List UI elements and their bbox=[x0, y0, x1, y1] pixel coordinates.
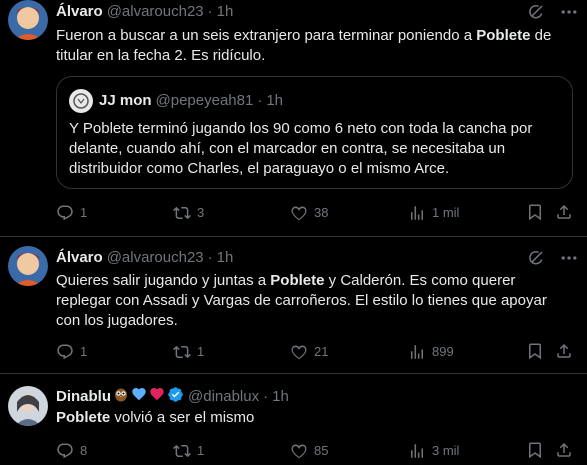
like-count: 38 bbox=[314, 205, 329, 220]
like-icon bbox=[290, 343, 308, 361]
timestamp[interactable]: 1h bbox=[217, 2, 234, 22]
quote-author-name: JJ mon bbox=[99, 92, 152, 109]
tweet-header: Álvaro @alvarouch23 · 1h bbox=[56, 248, 233, 268]
quote-author-handle: @pepeyeah81 bbox=[155, 92, 254, 109]
separator-dot: · bbox=[263, 388, 269, 405]
like-icon bbox=[290, 442, 308, 460]
author-name[interactable]: Dinablu bbox=[56, 387, 111, 407]
separator-dot: · bbox=[257, 92, 263, 109]
like-count: 21 bbox=[314, 344, 329, 359]
share-icon[interactable] bbox=[555, 203, 573, 221]
grok-icon[interactable] bbox=[527, 249, 545, 267]
like-icon bbox=[290, 204, 308, 222]
timestamp[interactable]: 1h bbox=[272, 387, 289, 407]
blue-heart-icon bbox=[131, 386, 147, 408]
repost-button[interactable]: 3 bbox=[173, 203, 204, 223]
tweet-text-bold: Poblete bbox=[476, 27, 531, 44]
repost-count: 3 bbox=[197, 205, 205, 220]
repost-button[interactable]: 1 bbox=[173, 342, 204, 362]
tweet-2[interactable]: Álvaro @alvarouch23 · 1h Quieres salir j… bbox=[0, 237, 587, 374]
share-icon[interactable] bbox=[555, 441, 573, 459]
reply-icon bbox=[56, 442, 74, 460]
like-count: 85 bbox=[314, 443, 329, 458]
more-icon[interactable] bbox=[559, 2, 579, 22]
repost-icon bbox=[173, 442, 191, 460]
view-count: 3 mil bbox=[432, 443, 460, 458]
repost-button[interactable]: 1 bbox=[173, 441, 204, 461]
reply-button[interactable]: 1 bbox=[56, 342, 87, 362]
quote-avatar bbox=[69, 89, 93, 113]
like-button[interactable]: 38 bbox=[290, 203, 328, 223]
view-count: 899 bbox=[432, 344, 454, 359]
repost-count: 1 bbox=[197, 344, 205, 359]
reply-icon bbox=[56, 343, 74, 361]
tweet-text-part: Fueron a buscar a un seis extranjero par… bbox=[56, 27, 477, 44]
timestamp[interactable]: 1h bbox=[217, 248, 234, 268]
tweet-text: Fueron a buscar a un seis extranjero par… bbox=[56, 26, 573, 66]
avatar[interactable] bbox=[8, 386, 48, 426]
verified-icon bbox=[167, 386, 184, 409]
views-button[interactable]: 899 bbox=[408, 342, 454, 362]
avatar[interactable] bbox=[8, 0, 48, 40]
tweet-text: Quieres salir jugando y juntas a Poblete… bbox=[56, 271, 567, 331]
quoted-tweet[interactable]: JJ mon @pepeyeah81 · 1h Y Poblete termin… bbox=[56, 76, 573, 189]
tweet-3[interactable]: Dinablu @dinablux · 1h Poblete volvió a … bbox=[0, 374, 587, 465]
views-button[interactable]: 1 mil bbox=[408, 203, 459, 223]
quote-header: JJ mon @pepeyeah81 · 1h bbox=[69, 89, 283, 113]
tweet-1[interactable]: Álvaro @alvarouch23 · 1h Fueron a buscar… bbox=[0, 0, 587, 237]
like-button[interactable]: 21 bbox=[290, 342, 328, 362]
reply-icon bbox=[56, 204, 74, 222]
share-icon[interactable] bbox=[555, 342, 573, 360]
action-bar: 1 1 21 899 bbox=[56, 342, 573, 362]
author-handle[interactable]: @alvarouch23 bbox=[107, 248, 204, 268]
action-bar: 8 1 85 3 mil bbox=[56, 441, 573, 461]
repost-count: 1 bbox=[197, 443, 205, 458]
tweet-text-bold: Poblete bbox=[56, 409, 111, 426]
reply-button[interactable]: 1 bbox=[56, 203, 87, 223]
bookmark-icon[interactable] bbox=[526, 203, 544, 221]
avatar[interactable] bbox=[8, 246, 48, 286]
views-icon bbox=[408, 343, 426, 361]
red-heart-icon bbox=[149, 386, 165, 408]
view-count: 1 mil bbox=[432, 205, 460, 220]
repost-icon bbox=[173, 204, 191, 222]
like-button[interactable]: 85 bbox=[290, 441, 328, 461]
separator-dot: · bbox=[207, 249, 213, 266]
author-handle[interactable]: @alvarouch23 bbox=[107, 2, 204, 22]
separator-dot: · bbox=[207, 3, 213, 20]
grok-icon[interactable] bbox=[527, 3, 545, 21]
author-name[interactable]: Álvaro bbox=[56, 2, 103, 22]
tweet-text: Poblete volvió a ser el mismo bbox=[56, 408, 573, 428]
quote-text: Y Poblete terminó jugando los 90 como 6 … bbox=[69, 120, 533, 177]
author-name[interactable]: Álvaro bbox=[56, 248, 103, 268]
views-icon bbox=[408, 442, 426, 460]
views-icon bbox=[408, 204, 426, 222]
tweet-text-part: Quieres salir jugando y juntas a bbox=[56, 272, 271, 289]
author-handle[interactable]: @dinablux bbox=[188, 387, 259, 407]
reply-count: 8 bbox=[80, 443, 88, 458]
reply-count: 1 bbox=[80, 344, 88, 359]
action-bar: 1 3 38 1 mil bbox=[56, 203, 573, 223]
tweet-text-part: volvió a ser el mismo bbox=[110, 409, 255, 426]
bookmark-icon[interactable] bbox=[526, 441, 544, 459]
reply-button[interactable]: 8 bbox=[56, 441, 87, 461]
tweet-header: Álvaro @alvarouch23 · 1h bbox=[56, 2, 233, 22]
views-button[interactable]: 3 mil bbox=[408, 441, 459, 461]
reply-count: 1 bbox=[80, 205, 88, 220]
tweet-header: Dinablu @dinablux · 1h bbox=[56, 387, 289, 407]
bookmark-icon[interactable] bbox=[526, 342, 544, 360]
repost-icon bbox=[173, 343, 191, 361]
tweet-text-bold: Poblete bbox=[270, 272, 325, 289]
owl-emoji-icon bbox=[113, 386, 129, 408]
quote-timestamp: 1h bbox=[266, 92, 284, 109]
more-icon[interactable] bbox=[559, 248, 579, 268]
